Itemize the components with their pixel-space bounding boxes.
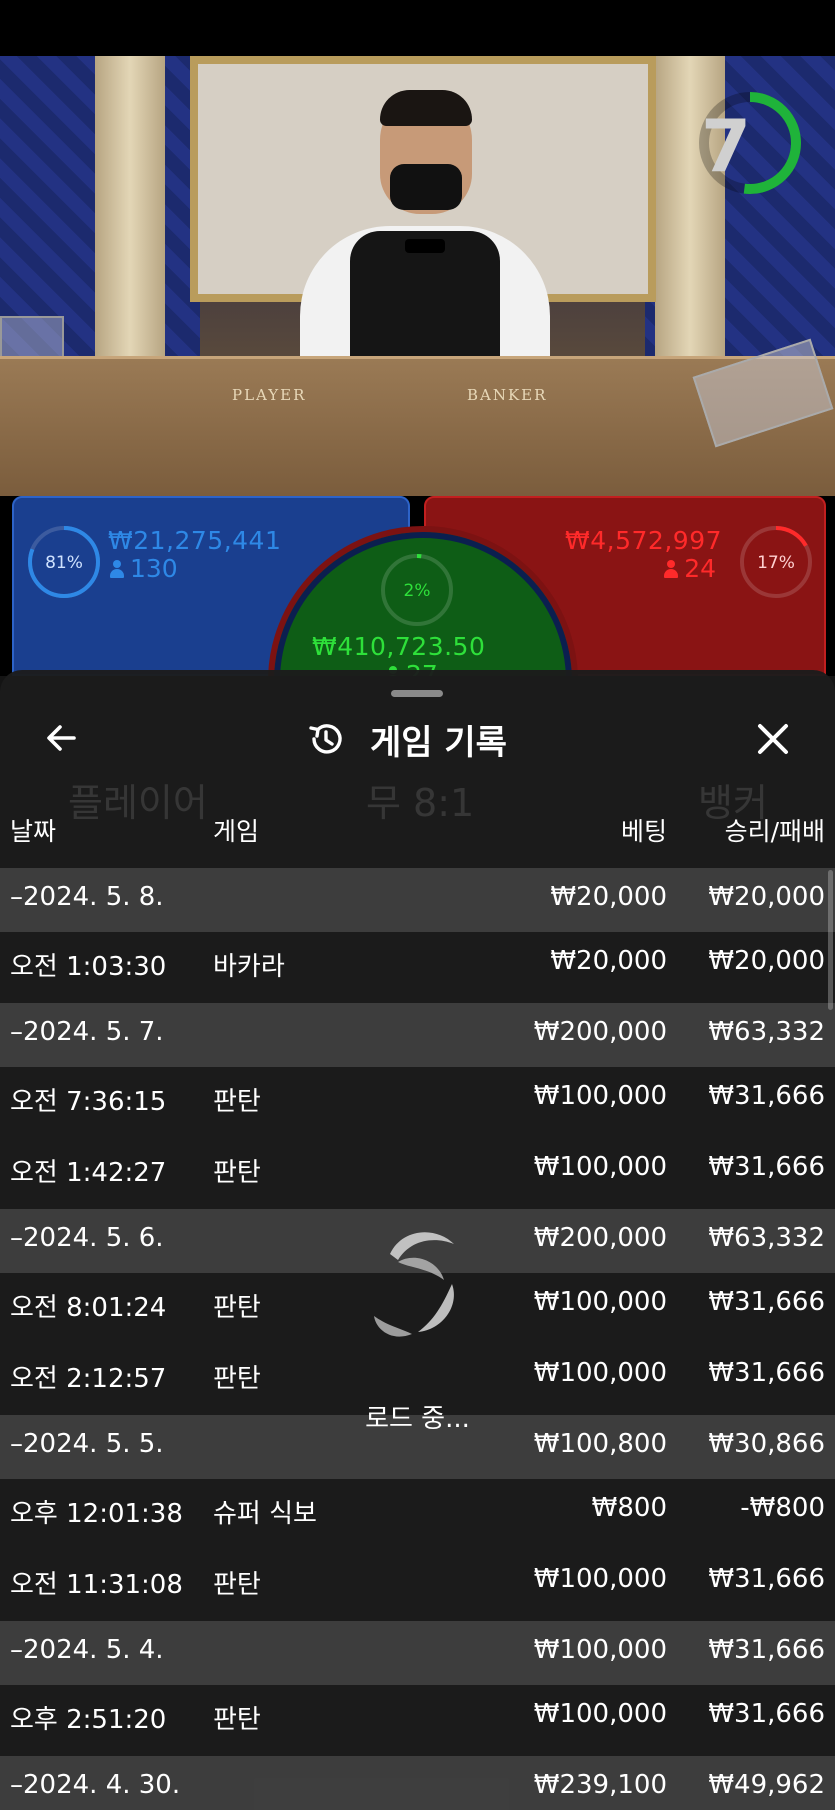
history-day-row[interactable]: –2024. 5. 8. ₩20,000 ₩20,000 (0, 868, 835, 932)
row-result: -₩800 (740, 1493, 825, 1523)
row-time: 오후 2:51:20 (10, 1705, 167, 1735)
row-date: –2024. 5. 5. (10, 1429, 164, 1459)
countdown-number: 7 (700, 104, 752, 188)
row-game: 판탄 (213, 1158, 261, 1188)
person-icon (110, 560, 124, 578)
history-game-row[interactable]: 오전 11:31:08 판탄 ₩100,000 ₩31,666 (0, 1550, 835, 1614)
row-bet: ₩100,800 (533, 1429, 667, 1459)
dealer-mask (390, 164, 462, 210)
dealer-hair (380, 90, 472, 126)
tie-percent: 2% (404, 581, 431, 601)
back-arrow-icon[interactable] (40, 716, 84, 760)
person-icon (664, 560, 679, 578)
scrollbar[interactable] (828, 870, 833, 1010)
column-header-date: 날짜 (10, 817, 57, 846)
tie-percent-ring: 2% (381, 554, 453, 626)
row-time: 오전 11:31:08 (10, 1570, 183, 1600)
banker-percent-ring: 17% (740, 526, 812, 598)
row-bet: ₩100,000 (533, 1699, 667, 1729)
sheet-title: 게임 기록 (370, 722, 507, 763)
row-bet: ₩100,000 (533, 1635, 667, 1665)
row-result: ₩31,666 (708, 1358, 825, 1388)
column-header-bet: 베팅 (620, 817, 667, 846)
row-game: 판탄 (213, 1570, 261, 1600)
row-game: 슈퍼 식보 (213, 1499, 317, 1529)
row-bet: ₩800 (591, 1493, 667, 1523)
row-game: 바카라 (213, 952, 285, 982)
banker-bet-amount: ₩4,572,997 (565, 526, 722, 555)
row-game: 판탄 (213, 1293, 261, 1323)
row-bet: ₩239,100 (533, 1770, 667, 1800)
pillar-left (95, 56, 165, 356)
row-result: ₩49,962 (708, 1770, 825, 1800)
loading-text: 로드 중... (365, 1404, 470, 1434)
ghost-label-tie: 무 8:1 (366, 781, 475, 825)
status-bar (0, 0, 835, 56)
history-game-row[interactable]: 오후 2:51:20 판탄 ₩100,000 ₩31,666 (0, 1685, 835, 1749)
row-time: 오후 12:01:38 (10, 1499, 183, 1529)
history-game-row[interactable]: 오전 1:03:30 바카라 ₩20,000 ₩20,000 (0, 932, 835, 996)
row-result: ₩63,332 (708, 1223, 825, 1253)
row-bet: ₩200,000 (533, 1017, 667, 1047)
player-percent: 81% (45, 553, 83, 573)
row-time: 오전 1:03:30 (10, 952, 167, 982)
row-result: ₩20,000 (708, 882, 825, 912)
table-label-player: PLAYER (232, 386, 307, 404)
row-result: ₩31,666 (708, 1152, 825, 1182)
player-bet-amount: ₩21,275,441 (108, 526, 282, 555)
row-result: ₩20,000 (708, 946, 825, 976)
player-bettor-count: 130 (110, 554, 178, 583)
ghost-label-player: 플레이어 (68, 781, 208, 825)
row-time: 오전 1:42:27 (10, 1158, 167, 1188)
history-game-row[interactable]: 오전 1:42:27 판탄 ₩100,000 ₩31,666 (0, 1138, 835, 1202)
row-result: ₩30,866 (708, 1429, 825, 1459)
row-time: 오전 2:12:57 (10, 1364, 167, 1394)
sheet-header: 게임 기록 (306, 716, 507, 763)
row-result: ₩31,666 (708, 1287, 825, 1317)
betting-area: 81% ₩21,275,441 130 ₩4,572,997 24 17% 2%… (0, 496, 835, 676)
row-game: 판탄 (213, 1705, 261, 1735)
row-result: ₩31,666 (708, 1635, 825, 1665)
history-icon (309, 724, 342, 754)
row-date: –2024. 5. 7. (10, 1017, 164, 1047)
row-bet: ₩200,000 (533, 1223, 667, 1253)
row-result: ₩31,666 (708, 1081, 825, 1111)
row-date: –2024. 5. 8. (10, 882, 164, 912)
row-bet: ₩100,000 (533, 1287, 667, 1317)
player-percent-ring: 81% (28, 526, 100, 598)
row-game: 판탄 (213, 1364, 261, 1394)
row-bet: ₩20,000 (550, 882, 667, 912)
banker-bettor-count: 24 (664, 554, 716, 583)
row-bet: ₩100,000 (533, 1081, 667, 1111)
column-header-result: 승리/패배 (724, 817, 825, 846)
history-day-row[interactable]: –2024. 4. 30. ₩239,100 ₩49,962 (0, 1756, 835, 1810)
row-bet: ₩20,000 (550, 946, 667, 976)
row-result: ₩31,666 (708, 1699, 825, 1729)
row-date: –2024. 4. 30. (10, 1770, 181, 1800)
close-icon[interactable] (752, 718, 794, 760)
history-day-row[interactable]: –2024. 5. 7. ₩200,000 ₩63,332 (0, 1003, 835, 1067)
row-bet: ₩100,000 (533, 1358, 667, 1388)
dealer-bowtie (405, 239, 445, 253)
loading-spinner-icon (374, 1232, 454, 1337)
row-game: 판탄 (213, 1087, 261, 1117)
row-bet: ₩100,000 (533, 1152, 667, 1182)
column-header-game: 게임 (213, 817, 260, 846)
row-result: ₩63,332 (708, 1017, 825, 1047)
row-bet: ₩100,000 (533, 1564, 667, 1594)
table-label-banker: BANKER (467, 386, 548, 404)
tie-bet-amount: ₩410,723.50 (312, 632, 486, 661)
row-date: –2024. 5. 6. (10, 1223, 164, 1253)
banker-percent: 17% (757, 553, 795, 573)
row-time: 오전 7:36:15 (10, 1087, 167, 1117)
history-day-row[interactable]: –2024. 5. 4. ₩100,000 ₩31,666 (0, 1621, 835, 1685)
row-result: ₩31,666 (708, 1564, 825, 1594)
row-date: –2024. 5. 4. (10, 1635, 164, 1665)
history-game-row[interactable]: 오후 12:01:38 슈퍼 식보 ₩800 -₩800 (0, 1479, 835, 1543)
sheet-drag-handle[interactable] (391, 690, 443, 697)
row-time: 오전 8:01:24 (10, 1293, 167, 1323)
history-game-row[interactable]: 오전 7:36:15 판탄 ₩100,000 ₩31,666 (0, 1067, 835, 1131)
